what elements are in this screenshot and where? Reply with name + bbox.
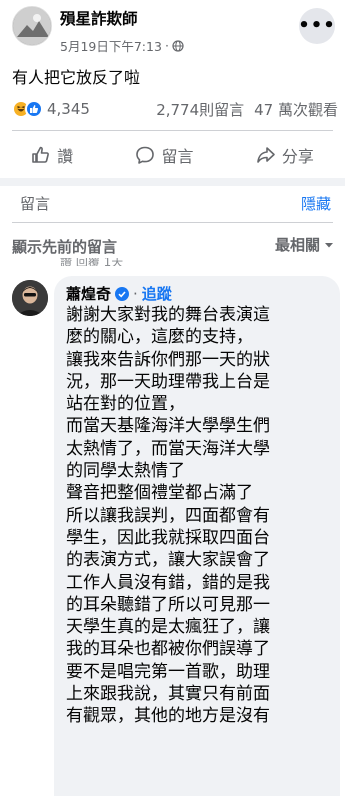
comment-line: 上來跟我說，其實只有前面 <box>66 684 270 705</box>
share-label: 分享 <box>281 147 314 166</box>
comment-icon <box>136 146 155 164</box>
author-avatar[interactable] <box>12 6 52 46</box>
comment-input-divider <box>12 222 333 223</box>
reaction-count: 4,345 <box>47 100 90 118</box>
comment-line: 天學生真的是太瘋狂了，讓 <box>66 617 270 638</box>
comment-line: 學生，因此我就採取四面台 <box>66 527 270 548</box>
globe-icon <box>172 39 184 52</box>
post-author-name[interactable]: 殞星詐欺師 <box>60 7 138 29</box>
stats-divider <box>12 130 333 131</box>
post-date[interactable]: 5月19日下午7:13 <box>60 36 162 55</box>
comment-text: 謝謝大家對我的舞台表演這 麼的關心，這麼的支持， 讓我來告訴你們那一天的狀 況，… <box>66 304 336 728</box>
comment-line: 我的耳朵也都被你們誤導了 <box>66 639 270 660</box>
post-header: 殞星詐欺師 5月19日下午7:13 · ••• <box>0 0 345 60</box>
commenter-avatar[interactable] <box>12 280 48 316</box>
comment-line: 工作人員沒有錯，錯的是我 <box>66 572 270 593</box>
share-icon <box>257 147 275 163</box>
more-options-button[interactable]: ••• <box>298 8 336 44</box>
follow-button[interactable]: 追蹤 <box>142 283 172 304</box>
share-button[interactable]: 分享 <box>256 143 314 167</box>
comment-line: 而當天基隆海洋大學學生們 <box>66 416 270 437</box>
comment-line: 的同學太熱情了 <box>66 461 185 482</box>
comment-line: 所以讓我誤判，四面都會有 <box>66 505 270 526</box>
stats-right: 2,774則留言 47 萬次觀看 <box>156 99 338 120</box>
like-button[interactable]: 讚 <box>31 143 73 167</box>
reactions-summary[interactable]: 4,345 <box>12 100 90 118</box>
chevron-down-icon <box>325 242 333 247</box>
comment-line: 聲音把整個禮堂都占滿了 <box>66 483 253 504</box>
comment-line: 要不是唱完第一首歌，助理 <box>66 661 270 682</box>
show-previous-comments[interactable]: 顯示先前的留言 <box>12 236 117 257</box>
commenter-header: 蕭煌奇 · 追蹤 <box>66 283 172 304</box>
comment-line: 太熱情了，而當天海洋大學 <box>66 438 270 459</box>
comment-line: 站在對的位置， <box>66 394 185 415</box>
sort-dropdown[interactable]: 最相關 <box>275 234 335 255</box>
sort-label: 最相關 <box>274 236 320 254</box>
comment-label: 留言 <box>161 147 194 166</box>
header-separator: · <box>133 284 138 303</box>
more-options-icon: ••• <box>298 15 336 36</box>
comment-line: 況，那一天助理帶我上台是 <box>66 371 270 392</box>
section-separator <box>0 178 345 186</box>
post-stats: 4,345 2,774則留言 47 萬次觀看 <box>12 98 338 120</box>
comment-line: 讓我來告訴你們那一天的狀 <box>66 349 270 370</box>
cut-off-comment-actions: 讚 回覆 1天 <box>60 258 124 266</box>
comment-line: 的耳朵聽錯了所以可見那一 <box>66 594 270 615</box>
like-label: 讚 <box>57 147 74 166</box>
comment-line: 有觀眾，其他的地方是沒有 <box>66 706 270 727</box>
post-text: 有人把它放反了啦 <box>12 68 141 87</box>
hide-comments-link[interactable]: 隱藏 <box>301 193 331 214</box>
post-meta: 5月19日下午7:13 · <box>60 36 184 55</box>
verified-badge-icon <box>115 286 130 301</box>
post-actions: 讚 留言 分享 <box>0 138 345 172</box>
view-count: 47 萬次觀看 <box>254 100 338 119</box>
comment-line: 麼的關心，這麼的支持， <box>66 327 253 348</box>
commenter-name[interactable]: 蕭煌奇 <box>66 283 111 304</box>
comment-input[interactable]: 留言 <box>20 193 50 214</box>
meta-separator: · <box>164 38 169 53</box>
comment-line: 謝謝大家對我的舞台表演這 <box>66 305 270 325</box>
thumbs-up-icon <box>32 146 50 163</box>
comment-count[interactable]: 2,774則留言 <box>156 99 244 120</box>
comment-line: 的表演方式，讓大家誤會了 <box>66 550 270 571</box>
like-reaction-icon <box>25 100 43 118</box>
comment-button[interactable]: 留言 <box>135 143 194 167</box>
